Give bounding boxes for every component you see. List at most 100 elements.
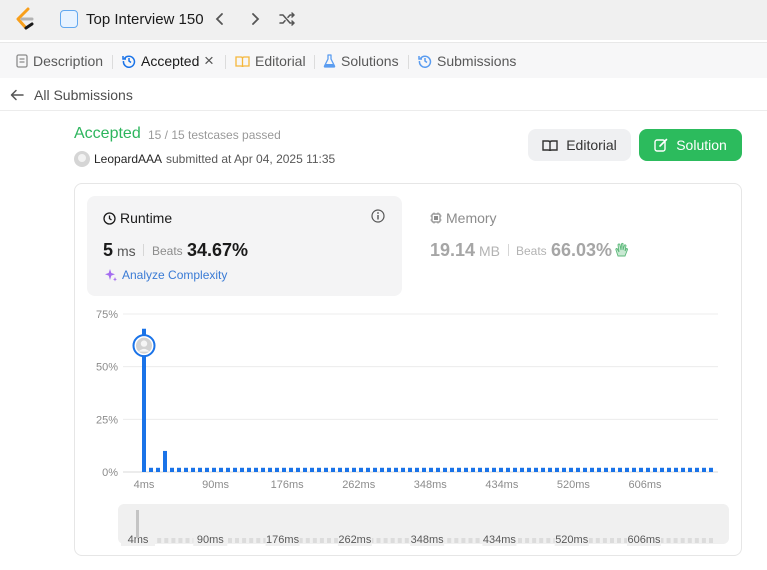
chart-bar <box>282 467 286 472</box>
chart-bar <box>163 450 167 472</box>
chart-bar <box>387 467 391 472</box>
study-plan-icon[interactable] <box>60 10 78 28</box>
chart-bar <box>583 467 587 472</box>
chart-bar <box>443 467 447 472</box>
chart-bar <box>625 467 629 472</box>
navigator-bar <box>157 538 162 543</box>
tab-description[interactable]: Description <box>16 53 103 69</box>
avatar[interactable] <box>74 151 90 167</box>
editorial-button-label: Editorial <box>566 137 617 153</box>
chart-bar <box>149 467 153 472</box>
chart-bar <box>534 467 538 472</box>
navigator-bar <box>588 538 593 543</box>
shuffle-icon[interactable] <box>276 8 298 30</box>
chart-bar <box>436 467 440 472</box>
navigator-bar <box>327 538 331 543</box>
tab-solutions[interactable]: Solutions <box>323 53 399 69</box>
editorial-button[interactable]: Editorial <box>528 129 631 161</box>
chart-bar <box>548 467 552 472</box>
navigator-bar <box>680 538 685 543</box>
tab-editorial[interactable]: Editorial <box>235 53 306 69</box>
navigator-tick-label: 606ms <box>627 534 661 546</box>
x-tick-label: 90ms <box>202 479 229 491</box>
history-icon <box>122 55 136 68</box>
chart-bar <box>695 467 699 472</box>
analyze-complexity-link[interactable]: Analyze Complexity <box>104 268 227 282</box>
chart-bar <box>310 467 314 472</box>
navigator-bar <box>617 538 622 543</box>
chart-bar <box>247 467 251 472</box>
navigator-bar <box>539 538 544 543</box>
info-icon[interactable] <box>371 209 385 223</box>
chart-bar <box>317 467 321 472</box>
chart-bar <box>240 467 244 472</box>
username[interactable]: LeopardAAA <box>94 152 162 166</box>
runtime-title-label: Runtime <box>120 210 173 226</box>
chart-bar <box>345 467 349 472</box>
chart-bar <box>275 467 279 472</box>
arrow-left-icon[interactable] <box>10 88 24 102</box>
all-submissions-link[interactable]: All Submissions <box>34 87 133 103</box>
chart-bar <box>184 467 188 472</box>
x-tick-label: 262ms <box>342 479 376 491</box>
chart-bar <box>254 467 258 472</box>
navigator-bar <box>178 538 183 543</box>
submitted-at: submitted at Apr 04, 2025 11:35 <box>166 152 336 166</box>
chart-bar <box>513 467 517 472</box>
chart-bar <box>268 467 272 472</box>
navigator-bar <box>404 538 409 543</box>
study-plan-title[interactable]: Top Interview 150 <box>86 11 204 28</box>
x-tick-label: 434ms <box>485 479 519 491</box>
chart-bar <box>373 467 377 472</box>
navigator-bar <box>319 538 324 543</box>
top-bar: Top Interview 150 <box>0 0 767 40</box>
navigator-bar <box>518 538 522 543</box>
chart-bar <box>324 467 328 472</box>
chart-bar <box>541 467 545 472</box>
y-tick-label: 25% <box>96 414 118 426</box>
y-tick-label: 0% <box>102 467 118 479</box>
solution-button[interactable]: Solution <box>639 129 742 161</box>
chevron-right-icon[interactable] <box>244 8 266 30</box>
description-icon <box>16 54 28 68</box>
navigator-bar <box>532 538 537 543</box>
memory-unit: MB <box>479 243 500 259</box>
chart-bar <box>296 467 300 472</box>
chart-bar <box>303 467 307 472</box>
chip-icon <box>430 212 442 224</box>
tab-divider <box>408 55 409 69</box>
tab-divider <box>314 55 315 69</box>
chart-bar <box>261 467 265 472</box>
tab-solutions-label: Solutions <box>341 53 399 69</box>
your-submission-marker[interactable] <box>132 334 156 358</box>
x-tick-label: 520ms <box>557 479 591 491</box>
leetcode-logo[interactable] <box>14 7 36 31</box>
navigator-bar <box>447 538 452 543</box>
close-icon[interactable]: × <box>204 51 214 71</box>
x-tick-label: 176ms <box>271 479 305 491</box>
book-icon <box>542 139 558 151</box>
navigator-bar <box>312 538 317 543</box>
chart-bar <box>219 467 223 472</box>
navigator-handle[interactable] <box>136 510 139 538</box>
chart-bar <box>569 467 573 472</box>
edit-icon <box>654 138 668 152</box>
navigator-bar <box>305 538 310 543</box>
navigator-bar <box>235 538 240 543</box>
navigator-bar <box>694 538 699 543</box>
chart-bar <box>338 467 342 472</box>
chevron-left-icon[interactable] <box>209 8 231 30</box>
memory-title[interactable]: Memory <box>430 210 497 226</box>
navigator-bar <box>461 538 466 543</box>
chart-bar <box>562 467 566 472</box>
chart-bar <box>646 467 650 472</box>
chart-bar <box>597 467 601 472</box>
chart-bar <box>499 467 503 472</box>
tab-accepted[interactable]: Accepted <box>122 53 199 69</box>
chart-bar <box>660 467 664 472</box>
chart-bar <box>632 467 636 472</box>
chart-bar <box>639 467 643 472</box>
tab-submissions[interactable]: Submissions <box>418 53 516 69</box>
testcases-passed: 15 / 15 testcases passed <box>148 128 281 142</box>
chart-bar <box>653 467 657 472</box>
